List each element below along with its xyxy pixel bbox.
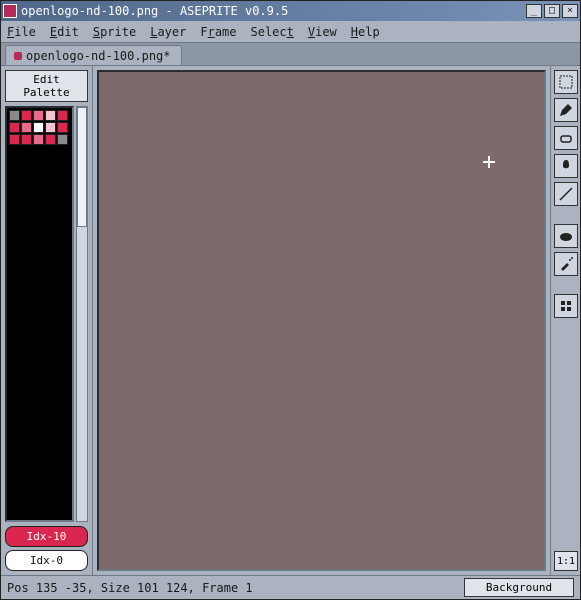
maximize-button[interactable]: □ <box>544 4 560 18</box>
edit-palette-button[interactable]: Edit Palette <box>5 70 88 102</box>
menu-edit[interactable]: Edit <box>50 25 79 39</box>
line-tool[interactable] <box>554 182 578 206</box>
cursor-crosshair-icon <box>483 156 495 168</box>
index-buttons: Idx-10 Idx-0 <box>5 526 88 571</box>
menu-view[interactable]: View <box>308 25 337 39</box>
swatch-4[interactable] <box>57 110 68 121</box>
toolbar: 1:1 <box>550 66 580 575</box>
config-tool[interactable] <box>554 294 578 318</box>
pencil-tool[interactable] <box>554 98 578 122</box>
app-icon <box>3 4 17 18</box>
index-a-button[interactable]: Idx-10 <box>5 526 88 547</box>
tab-document[interactable]: openlogo-nd-100.png* <box>5 45 182 65</box>
app-window: openlogo-nd-100.png - ASEPRITE v0.9.5 _ … <box>0 0 581 600</box>
index-b-button[interactable]: Idx-0 <box>5 550 88 571</box>
bucket-tool[interactable] <box>554 154 578 178</box>
window-buttons: _ □ × <box>526 4 578 18</box>
menu-layer[interactable]: Layer <box>150 25 186 39</box>
palette-scrollbar[interactable] <box>76 106 88 522</box>
swatch-2[interactable] <box>33 110 44 121</box>
swatch-8[interactable] <box>45 122 56 133</box>
spray-tool[interactable] <box>554 252 578 276</box>
swatch-10[interactable] <box>9 134 20 145</box>
swatch-11[interactable] <box>21 134 32 145</box>
tab-icon <box>14 52 22 60</box>
minimize-button[interactable]: _ <box>526 4 542 18</box>
swatch-0[interactable] <box>9 110 20 121</box>
swatch-5[interactable] <box>9 122 20 133</box>
menu-help[interactable]: Help <box>351 25 380 39</box>
swatch-6[interactable] <box>21 122 32 133</box>
menu-sprite[interactable]: Sprite <box>93 25 136 39</box>
menu-select[interactable]: Select <box>251 25 294 39</box>
menubar: File Edit Sprite Layer Frame Select View… <box>1 21 580 43</box>
close-button[interactable]: × <box>562 4 578 18</box>
zoom-reset-button[interactable]: 1:1 <box>554 551 578 571</box>
menu-file[interactable]: File <box>7 25 36 39</box>
statusbar: Pos 135 -35, Size 101 124, Frame 1 Backg… <box>1 575 580 599</box>
swatch-1[interactable] <box>21 110 32 121</box>
swatch-13[interactable] <box>45 134 56 145</box>
marquee-tool[interactable] <box>554 70 578 94</box>
swatch-3[interactable] <box>45 110 56 121</box>
swatch-7[interactable] <box>33 122 44 133</box>
canvas[interactable] <box>97 70 546 571</box>
status-text: Pos 135 -35, Size 101 124, Frame 1 <box>7 581 458 595</box>
workspace: Edit Palette Idx-10 Idx-0 <box>1 65 580 575</box>
blob-tool[interactable] <box>554 224 578 248</box>
tab-label: openlogo-nd-100.png* <box>26 49 171 63</box>
eraser-tool[interactable] <box>554 126 578 150</box>
swatch-14[interactable] <box>57 134 68 145</box>
titlebar[interactable]: openlogo-nd-100.png - ASEPRITE v0.9.5 _ … <box>1 1 580 21</box>
palette[interactable] <box>5 106 74 522</box>
left-panel: Edit Palette Idx-10 Idx-0 <box>1 66 93 575</box>
menu-frame[interactable]: Frame <box>200 25 236 39</box>
scrollbar-thumb[interactable] <box>77 107 87 227</box>
center-panel <box>93 66 550 575</box>
swatch-12[interactable] <box>33 134 44 145</box>
window-title: openlogo-nd-100.png - ASEPRITE v0.9.5 <box>21 4 526 18</box>
layer-button[interactable]: Background <box>464 578 574 597</box>
swatch-9[interactable] <box>57 122 68 133</box>
palette-swatches <box>9 110 68 145</box>
palette-wrap <box>5 106 88 522</box>
tabbar: openlogo-nd-100.png* <box>1 43 580 65</box>
